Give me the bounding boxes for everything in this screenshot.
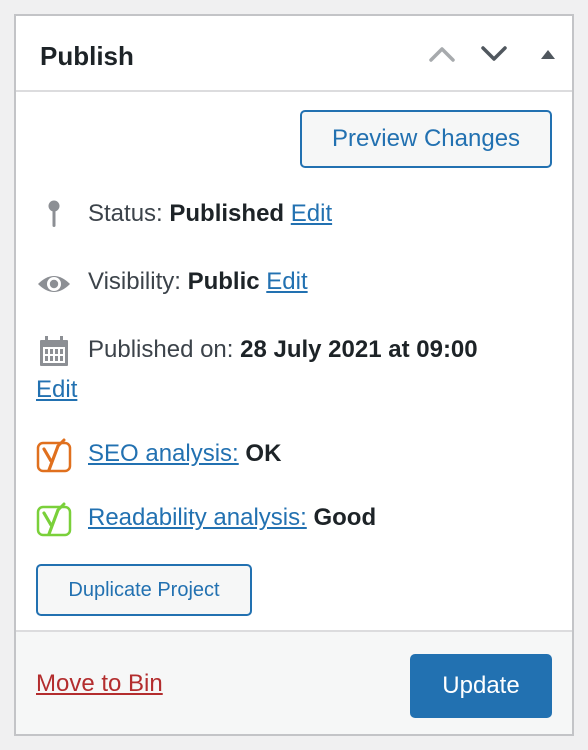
pin-icon — [48, 200, 60, 227]
panel-header: Publish — [16, 16, 572, 92]
publish-panel: Publish Preview Changes Status: Publishe… — [14, 14, 574, 736]
chevron-up-icon — [429, 47, 455, 62]
visibility-text: Visibility: Public Edit — [88, 266, 308, 298]
readability-text: Readability analysis: Good — [88, 502, 376, 534]
chevron-down-icon — [481, 46, 507, 61]
yoast-orange-icon — [36, 438, 72, 473]
move-to-bin-link[interactable]: Move to Bin — [36, 668, 163, 700]
seo-analysis-link[interactable]: SEO analysis: — [88, 440, 239, 467]
published-on-value: 28 July 2021 at 09:00 — [240, 336, 478, 363]
edit-status-link[interactable]: Edit — [291, 200, 332, 227]
yoast-green-icon — [36, 502, 72, 537]
preview-changes-button[interactable]: Preview Changes — [300, 110, 552, 168]
seo-text: SEO analysis: OK — [88, 438, 281, 470]
calendar-icon — [40, 336, 68, 366]
duplicate-project-button[interactable]: Duplicate Project — [36, 564, 252, 616]
visibility-value: Public — [187, 268, 260, 295]
eye-icon — [38, 276, 70, 292]
readability-analysis-link[interactable]: Readability analysis: — [88, 504, 307, 531]
readability-value: Good — [313, 504, 377, 531]
published-on-label: Published on: — [88, 336, 234, 363]
panel-footer: Move to Bin Update — [16, 630, 572, 734]
status-text: Status: Published Edit — [88, 198, 332, 230]
status-value: Published — [169, 200, 285, 227]
published-on-text: Published on: 28 July 2021 at 09:00 — [88, 334, 478, 366]
move-down-button[interactable] — [476, 38, 512, 70]
update-button[interactable]: Update — [410, 654, 552, 718]
toggle-panel-button[interactable] — [530, 38, 566, 70]
move-up-button[interactable] — [424, 38, 460, 70]
triangle-up-icon — [541, 50, 555, 59]
edit-visibility-link[interactable]: Edit — [266, 268, 307, 295]
status-label: Status: — [88, 200, 163, 227]
panel-title: Publish — [40, 41, 134, 71]
edit-date-link[interactable]: Edit — [36, 374, 77, 406]
seo-value: OK — [245, 440, 282, 467]
visibility-label: Visibility: — [88, 268, 181, 295]
